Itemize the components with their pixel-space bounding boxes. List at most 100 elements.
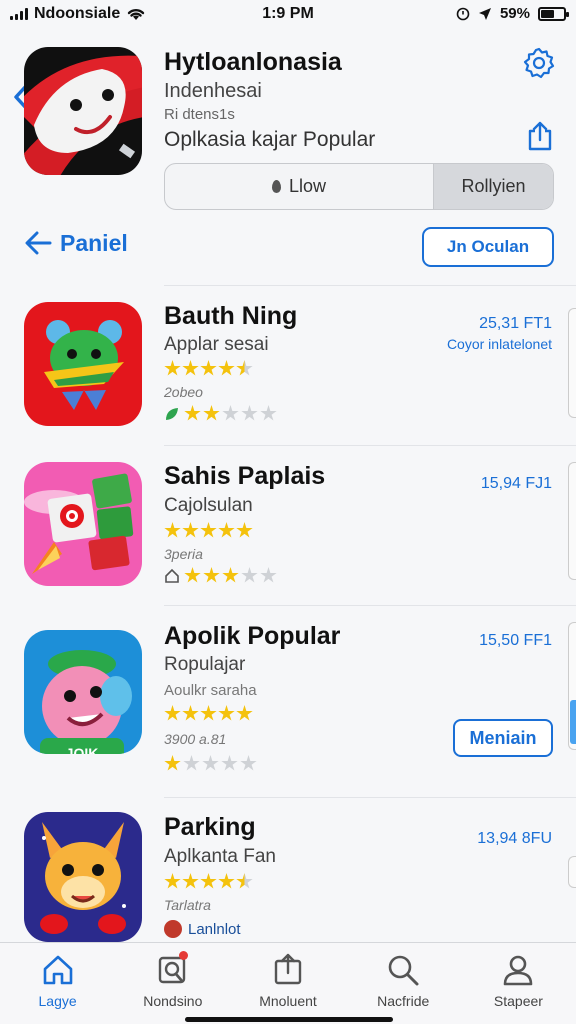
star-empty-icon [221, 755, 238, 771]
star-filled-icon [200, 360, 217, 376]
star-empty-icon [222, 405, 239, 421]
app-price: 15,94 FJ1 [480, 475, 552, 492]
app-developer[interactable]: Coyor inlatelonet [447, 336, 552, 352]
app-icon-apolik-popular[interactable]: JOIK [24, 630, 142, 754]
battery-level [541, 9, 554, 18]
rating-count: 3peria [164, 546, 203, 562]
tab-label: Stapeer [493, 993, 543, 1009]
app-title: Hytloanlonasia [164, 48, 342, 76]
status-bar: Ndoonsiale 1:9 PM 59% [0, 0, 576, 32]
star-filled-icon [164, 873, 181, 889]
gear-icon[interactable] [523, 47, 555, 79]
meniain-button[interactable]: Meniain [453, 719, 553, 757]
arrow-left-icon [25, 231, 52, 255]
badge-icon [164, 920, 182, 938]
star-filled-icon [218, 873, 235, 889]
home-indicator [185, 1017, 393, 1022]
app-title: Apolik Popular [164, 622, 341, 650]
app-price: 13,94 8FU [477, 830, 552, 847]
scroll-edge [568, 462, 576, 580]
rating-count: 2obeo [164, 384, 203, 400]
star-filled-icon [200, 873, 217, 889]
app-meta: Ri dtens1s [164, 106, 235, 123]
tab-bar: Lagye Nondsino Mnoluent Nacfride Stapeer [0, 942, 576, 1024]
star-filled-icon [222, 567, 239, 583]
rating-count: 3900 a.81 [164, 731, 227, 747]
star-filled-icon [218, 360, 235, 376]
rating-stars [164, 873, 253, 890]
back-link-label: Paniel [60, 229, 128, 256]
tab-nacfride[interactable]: Nacfride [346, 943, 461, 1024]
divider [164, 797, 576, 798]
star-empty-icon [241, 567, 258, 583]
scroll-edge [568, 856, 576, 888]
app-title: Bauth Ning [164, 302, 298, 330]
app-price: 25,31 FT1 [479, 315, 552, 332]
star-filled-icon [182, 360, 199, 376]
tab-lagye[interactable]: Lagye [0, 943, 115, 1024]
app-subtitle: Cajolsulan [164, 495, 253, 516]
segment-label: Rollyien [461, 176, 526, 196]
tab-stapeer[interactable]: Stapeer [461, 943, 576, 1024]
star-filled-icon [218, 705, 235, 721]
segment-label: Llow [288, 176, 327, 196]
star-empty-icon [241, 405, 258, 421]
scroll-edge [568, 308, 576, 418]
app-tagline: Oplkasia kajar Popular [164, 128, 376, 151]
star-filled-icon [200, 522, 217, 538]
app-icon-parking[interactable] [24, 812, 142, 942]
star-empty-icon [260, 567, 277, 583]
divider [164, 605, 576, 606]
house-icon [165, 568, 179, 583]
tab-label: Nacfride [377, 993, 430, 1009]
star-filled-icon [203, 405, 220, 421]
star-filled-icon [203, 567, 220, 583]
star-empty-icon [202, 755, 219, 771]
app-price: 15,50 FF1 [479, 632, 552, 649]
hero-app-icon[interactable] [24, 47, 142, 175]
star-filled-icon [182, 522, 199, 538]
scrollbar-thumb[interactable] [570, 700, 576, 744]
star-empty-icon [240, 755, 257, 771]
segment-llow[interactable]: Llow [165, 164, 433, 209]
rating-stars [164, 522, 253, 539]
secondary-rating [164, 755, 257, 772]
app-icon-sahis-paplais[interactable] [24, 462, 142, 586]
tab-label: Nondsino [143, 993, 203, 1009]
tab-nondsino[interactable]: Nondsino [115, 943, 230, 1024]
alarm-icon [456, 7, 470, 20]
star-filled-icon [236, 873, 253, 889]
star-filled-icon [164, 755, 181, 771]
location-icon [478, 7, 491, 20]
tab-mnoluent[interactable]: Mnoluent [230, 943, 345, 1024]
tab-label: Lagye [38, 993, 77, 1009]
app-subtitle: Applar sesai [164, 334, 269, 355]
app-title: Parking [164, 813, 256, 841]
app-subtitle-secondary: Aoulkr saraha [164, 682, 257, 699]
segment-rollyien[interactable]: Rollyien [433, 164, 553, 209]
svg-text:JOIK: JOIK [66, 745, 99, 754]
home-icon [43, 955, 72, 985]
star-filled-icon [184, 405, 201, 421]
star-filled-icon [164, 522, 181, 538]
star-filled-icon [164, 705, 181, 721]
star-filled-icon [236, 360, 253, 376]
app-subtitle: Indenhesai [164, 80, 262, 102]
rating-stars [164, 705, 253, 722]
star-filled-icon [218, 522, 235, 538]
segmented-control: Llow Rollyien [164, 163, 554, 210]
back-link[interactable]: Paniel [24, 229, 128, 257]
divider [164, 445, 576, 446]
profile-icon [504, 955, 533, 986]
app-tag: Lanlnlot [164, 920, 241, 938]
star-filled-icon [182, 705, 199, 721]
share-icon[interactable] [525, 120, 555, 152]
app-icon-bauth-ning[interactable] [24, 302, 142, 426]
drop-icon [271, 180, 281, 193]
leaf-icon [166, 407, 178, 420]
star-filled-icon [236, 522, 253, 538]
star-filled-icon [236, 705, 253, 721]
app-subtitle: Aplkanta Fan [164, 846, 276, 867]
star-filled-icon [164, 360, 181, 376]
oculan-button[interactable]: Jn Oculan [422, 227, 554, 267]
